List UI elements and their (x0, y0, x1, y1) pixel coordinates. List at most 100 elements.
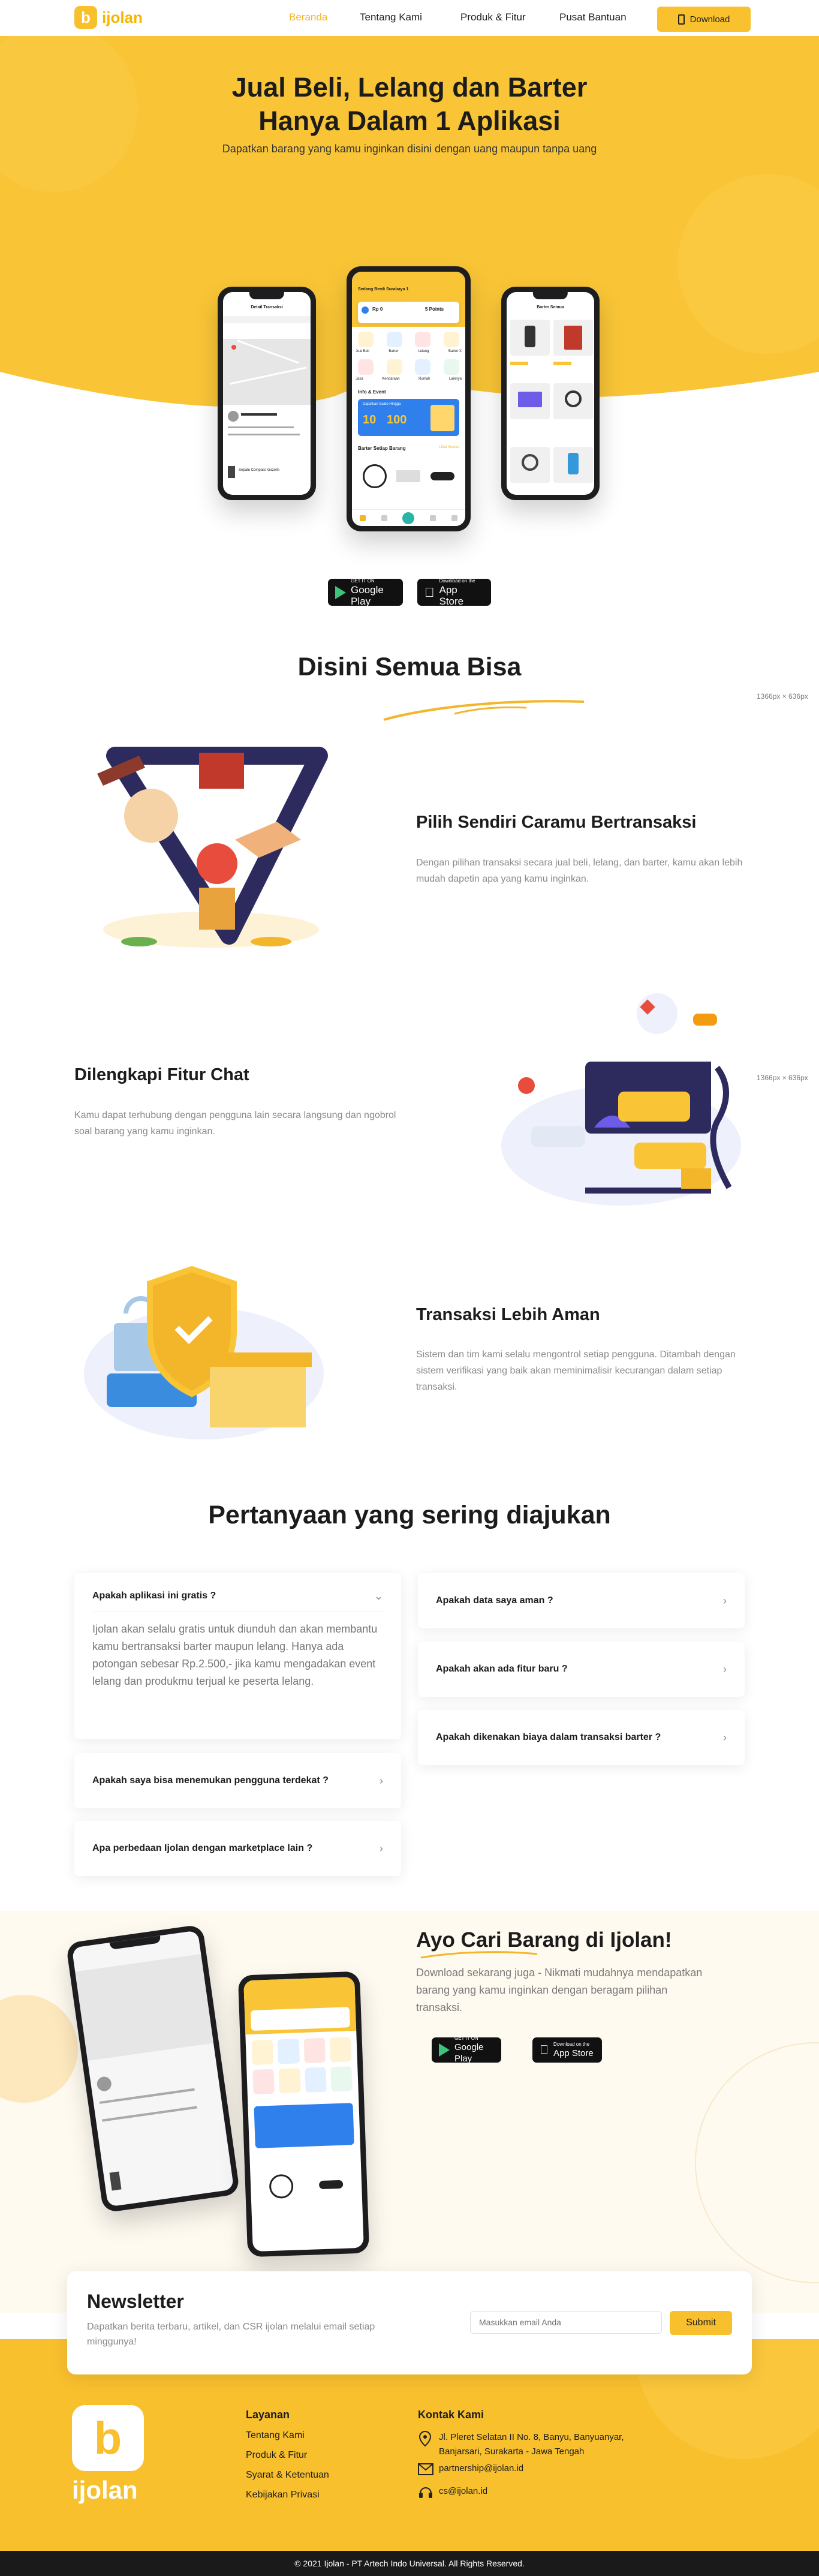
logo-icon: b (74, 6, 97, 29)
feature-2-text: Kamu dapat terhubung dengan pengguna lai… (74, 1110, 396, 1137)
phone-menu-6: Kendaraan (382, 377, 400, 381)
faq-item[interactable]: Apakah data saya aman ? › (418, 1573, 745, 1628)
footer-link-privasi[interactable]: Kebijakan Privasi (246, 2490, 320, 2500)
faq-title: Pertanyaan yang sering diajukan (208, 1501, 611, 1529)
feature-1-text: Dengan pilihan transaksi secara jual bel… (416, 858, 743, 884)
apple-small: Download on the (544, 2041, 589, 2047)
footer-address: Jl. Pleret Selatan II No. 8, Banyu, Bany… (439, 2432, 624, 2457)
cta-title: Ayo Cari Barang di Ijolan! (416, 1928, 672, 1952)
apple-big: App Store (544, 2048, 594, 2058)
google-small: GET IT ON (454, 2036, 478, 2041)
nav-link-beranda[interactable]: Beranda (289, 11, 327, 23)
newsletter-card: Newsletter Dapatkan berita terbaru, arti… (67, 2271, 752, 2374)
phone-center-location: Sedang Berdi Surabaya 1 (358, 287, 409, 291)
cta-underline (420, 1951, 538, 1959)
nav-link-produk[interactable]: Produk & Fitur (460, 11, 526, 23)
faq-item[interactable]: Apakah dikenakan biaya dalam transaksi b… (418, 1710, 745, 1765)
phone-right-header: Barter Semua (537, 305, 564, 309)
mail-icon (418, 2463, 433, 2475)
cta-text: Download sekarang juga - Nikmati mudahny… (416, 1967, 703, 2013)
security-illustration (84, 1266, 324, 1439)
copyright-bar: © 2021 Ijolan - PT Artech Indo Universal… (0, 2551, 819, 2576)
phone-menu-2: Barter (389, 350, 399, 353)
phone-banner-b: 100 (387, 413, 407, 426)
footer-links-title: Layanan (246, 2409, 290, 2421)
phone-left-item: Sepatu Compass Gazelle (239, 468, 280, 472)
phone-menu-4: Barter X (448, 350, 462, 353)
faq-question: Apakah saya bisa menemukan pengguna terd… (92, 1775, 329, 1786)
brand-name: ijolan (102, 8, 143, 26)
dimension-label-1: 1366px × 636px (757, 692, 808, 701)
location-pin-icon (418, 2430, 432, 2447)
apple-icon:  (424, 585, 435, 600)
phone-menu-1: Jual Beli (356, 350, 369, 353)
chevron-right-icon: › (380, 1774, 383, 1787)
cta-google-play-badge[interactable]: GET IT ON Google Play (432, 2036, 501, 2064)
footer-link-syarat[interactable]: Syarat & Ketentuan (246, 2470, 329, 2481)
brand-logo[interactable]: b ijolan (74, 6, 143, 29)
hero-subtitle: Dapatkan barang yang kamu inginkan disin… (222, 143, 597, 155)
features-title: Disini Semua Bisa (297, 653, 522, 681)
footer-brand: ijolan (72, 2476, 138, 2504)
headset-icon (419, 2487, 432, 2498)
chevron-right-icon: › (723, 1663, 727, 1675)
chevron-down-icon: ⌄ (374, 1589, 383, 1602)
phone-mockup-center: Sedang Berdi Surabaya 1 Rp 0 5 Points Ju… (347, 266, 471, 531)
faq-question: Apakah data saya aman ? (436, 1595, 553, 1606)
newsletter-submit-button[interactable]: Submit (670, 2311, 732, 2335)
phone-menu-5: Jasa (356, 377, 363, 381)
hero-title-line-1: Jual Beli, Lelang dan Barter (231, 72, 588, 103)
phone-menu-7: Rumah (418, 377, 430, 381)
cta-phone-right (237, 1971, 370, 2258)
faq-question-row: Apakah aplikasi ini gratis ? ⌄ (92, 1584, 383, 1608)
download-button[interactable]: Download (657, 7, 751, 32)
phone-icon (678, 14, 685, 25)
dimension-label-2: 1366px × 636px (757, 1074, 808, 1082)
hero-title: Jual Beli, Lelang dan Barter Hanya Dalam… (0, 71, 819, 138)
faq-item-open[interactable]: Apakah aplikasi ini gratis ? ⌄ Ijolan ak… (74, 1573, 401, 1739)
title-underline (383, 700, 585, 721)
newsletter-text: Dapatkan berita terbaru, artikel, dan CS… (87, 2322, 375, 2347)
phone-more: Lihat Semua (439, 446, 459, 449)
faq-answer: Ijolan akan selalu gratis untuk diunduh … (92, 1623, 378, 1687)
app-store-badge[interactable]:  Download on theApp Store (417, 578, 491, 607)
phone-banner-a: 10 (363, 413, 377, 426)
google-small: GET IT ON (351, 578, 375, 584)
phone-info-title: Info & Event (358, 389, 386, 395)
cta-app-store-badge[interactable]:  Download on theApp Store (532, 2037, 602, 2063)
phone-mockup-left: Detail Transaksi Sepatu Compass Gazelle (218, 287, 316, 500)
google-play-icon (439, 2043, 450, 2057)
phone-section2: Barter Setiap Barang (358, 446, 406, 451)
hero-title-line-2: Hanya Dalam 1 Aplikasi (258, 106, 561, 136)
feature-1-title: Pilih Sendiri Caramu Bertransaksi (416, 813, 697, 832)
nav-link-tentang[interactable]: Tentang Kami (360, 11, 422, 23)
google-play-badge[interactable]: GET IT ON Google Play (328, 578, 403, 607)
google-big: Google Play (351, 584, 384, 607)
feature-3-title: Transaksi Lebih Aman (416, 1305, 600, 1324)
chevron-right-icon: › (723, 1731, 727, 1744)
nav-link-bantuan[interactable]: Pusat Bantuan (559, 11, 627, 23)
faq-question: Apakah akan ada fitur baru ? (436, 1664, 568, 1674)
faq-question: Apakah aplikasi ini gratis ? (92, 1591, 216, 1601)
top-navbar: b ijolan Beranda Tentang Kami Produk & F… (0, 0, 819, 36)
footer-email-cs[interactable]: cs@ijolan.id (439, 2486, 487, 2496)
phone-points: 5 Points (425, 306, 444, 312)
footer-logo-icon: b (72, 2405, 144, 2471)
faq-question: Apa perbedaan Ijolan dengan marketplace … (92, 1843, 313, 1853)
chevron-right-icon: › (380, 1842, 383, 1854)
newsletter-title: Newsletter (87, 2291, 184, 2312)
download-label: Download (689, 14, 730, 25)
google-big: Google Play (454, 2042, 484, 2064)
phone-balance: Rp 0 (372, 306, 383, 312)
faq-item[interactable]: Apa perbedaan Ijolan dengan marketplace … (74, 1821, 401, 1876)
phone-menu-3: Lelang (418, 350, 429, 353)
footer-email-partner[interactable]: partnership@ijolan.id (439, 2463, 523, 2473)
faq-item[interactable]: Apakah saya bisa menemukan pengguna terd… (74, 1753, 401, 1808)
chevron-right-icon: › (723, 1594, 727, 1607)
faq-question: Apakah dikenakan biaya dalam transaksi b… (436, 1732, 661, 1742)
faq-item[interactable]: Apakah akan ada fitur baru ? › (418, 1642, 745, 1697)
newsletter-email-input[interactable] (470, 2311, 662, 2334)
feature-2-title: Dilengkapi Fitur Chat (74, 1065, 249, 1084)
footer-link-tentang[interactable]: Tentang Kami (246, 2430, 305, 2441)
footer-link-produk[interactable]: Produk & Fitur (246, 2450, 307, 2461)
